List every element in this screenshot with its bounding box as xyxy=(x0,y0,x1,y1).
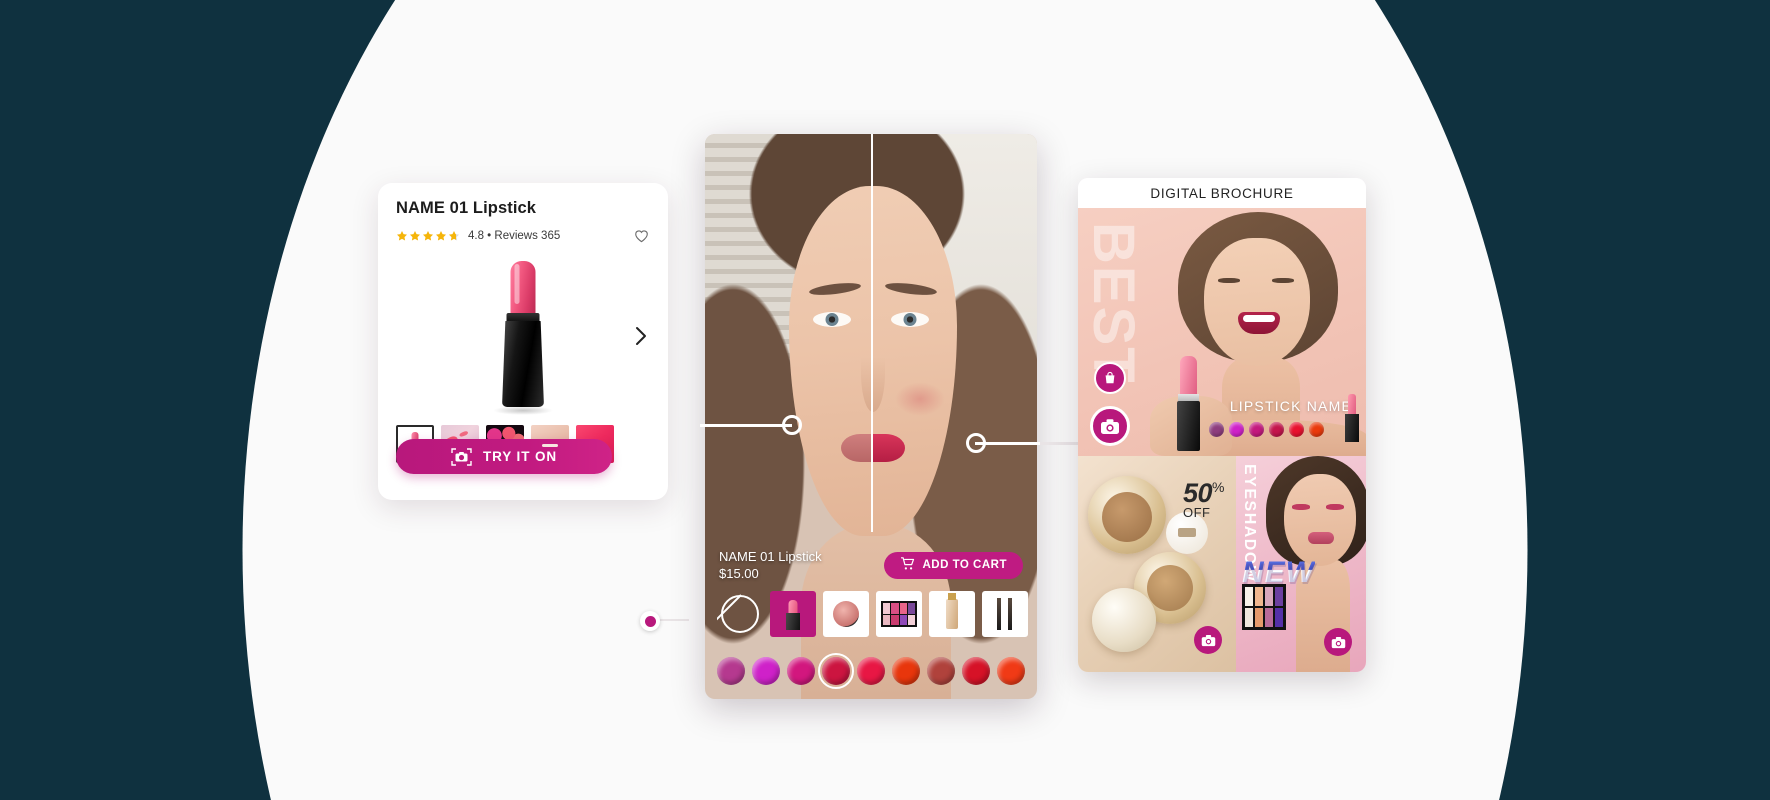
shade-swatch[interactable] xyxy=(787,657,815,685)
brochure-lipstick-name: LIPSTICK NAME xyxy=(1229,398,1352,414)
camera-icon[interactable] xyxy=(1324,628,1352,656)
brochure-shade-swatch[interactable] xyxy=(1269,422,1284,437)
brochure-promo-new[interactable]: EYESHADOW NEW xyxy=(1236,456,1366,672)
page-title: NAME 01 Lipstick xyxy=(396,199,537,217)
ar-product-info: NAME 01 Lipstick $15.00 ADD TO CART xyxy=(705,549,1037,581)
star-icon xyxy=(410,231,420,241)
shade-swatch[interactable] xyxy=(717,657,745,685)
lipstick-case xyxy=(502,321,544,407)
lipstick-bullet xyxy=(510,261,536,317)
try-it-on-button[interactable]: TRY IT ON xyxy=(396,439,612,474)
shade-swatch[interactable] xyxy=(927,657,955,685)
add-to-cart-label: ADD TO CART xyxy=(922,559,1007,571)
shopping-bag-icon[interactable] xyxy=(1094,362,1126,394)
eyeliner-pencil-icon xyxy=(995,598,1015,630)
shade-swatch[interactable] xyxy=(892,657,920,685)
heart-outline-icon[interactable] xyxy=(632,227,650,245)
category-none[interactable] xyxy=(717,591,763,637)
ar-product-price: $15.00 xyxy=(719,566,759,581)
connector-line-left xyxy=(700,424,792,427)
lipstick-illustration xyxy=(493,261,553,415)
lips-after xyxy=(873,434,905,462)
shade-swatch[interactable] xyxy=(752,657,780,685)
star-icon xyxy=(397,231,407,241)
shopping-cart-icon xyxy=(900,557,915,573)
model-eye xyxy=(891,312,929,327)
camera-icon[interactable] xyxy=(1194,626,1222,654)
model-nose xyxy=(861,334,885,412)
compact-powder xyxy=(1088,476,1166,554)
camera-icon xyxy=(451,447,472,466)
compact-case xyxy=(1092,588,1156,652)
rating-text: 4.8 • Reviews 365 xyxy=(468,230,561,242)
ar-product-text: NAME 01 Lipstick $15.00 xyxy=(719,549,822,581)
ar-product-name: NAME 01 Lipstick xyxy=(719,549,822,564)
eyeshadow-palette-icon xyxy=(1242,584,1286,630)
shade-swatch[interactable] xyxy=(857,657,885,685)
product-shadow xyxy=(493,406,553,415)
camera-icon[interactable] xyxy=(1090,406,1130,446)
category-foundation[interactable] xyxy=(929,591,975,637)
category-eyeshadow[interactable] xyxy=(876,591,922,637)
category-lipstick[interactable] xyxy=(770,591,816,637)
brochure-shade-swatch[interactable] xyxy=(1289,422,1304,437)
ar-phone-preview: NAME 01 Lipstick $15.00 ADD TO CART xyxy=(705,134,1037,699)
connector-line-card xyxy=(655,619,689,621)
best-label: BEST xyxy=(1081,222,1146,385)
brochure-shade-swatch[interactable] xyxy=(1249,422,1264,437)
shade-swatch[interactable] xyxy=(962,657,990,685)
brochure-mini-lipstick-icon xyxy=(1344,394,1360,444)
connector-dot-tryon xyxy=(640,611,660,631)
category-selector xyxy=(705,591,1037,637)
lips-before xyxy=(841,434,873,462)
shade-swatch[interactable] xyxy=(997,657,1025,685)
eyeshadow-palette-icon xyxy=(881,601,917,627)
brochure-header: DIGITAL BROCHURE xyxy=(1078,178,1366,208)
chevron-right-icon[interactable] xyxy=(630,325,652,347)
category-eyeliner[interactable] xyxy=(982,591,1028,637)
product-card: NAME 01 Lipstick 4.8 • Reviews 365 TRY I… xyxy=(378,183,668,500)
category-blush[interactable] xyxy=(823,591,869,637)
discount-block: 50% OFF xyxy=(1183,478,1224,520)
model-lips xyxy=(841,434,905,462)
connector-dot-left xyxy=(782,415,802,435)
star-icon xyxy=(423,231,433,241)
shade-swatch-selected[interactable] xyxy=(818,653,854,689)
brochure-shade-swatch[interactable] xyxy=(1229,422,1244,437)
connector-dot-right xyxy=(966,433,986,453)
brochure-promo-eyeshadow[interactable]: 50% OFF xyxy=(1078,456,1236,672)
connector-line-right-tail xyxy=(1040,442,1078,445)
before-after-split-line[interactable] xyxy=(871,134,873,532)
brochure-lipstick-prop xyxy=(1174,356,1204,452)
star-rating xyxy=(396,230,460,242)
product-hero-image xyxy=(396,251,650,421)
digital-brochure-card: DIGITAL BROCHURE BEST LIPSTICK NAME 50% … xyxy=(1078,178,1366,672)
foundation-bottle-icon xyxy=(946,593,958,629)
brochure-shade-swatch[interactable] xyxy=(1309,422,1324,437)
star-icon-partial xyxy=(449,231,459,241)
brochure-body: BEST LIPSTICK NAME 50% OFF EYESHADOW NEW xyxy=(1078,208,1366,672)
model-blush xyxy=(895,382,945,416)
no-makeup-icon xyxy=(721,595,759,633)
star-icon xyxy=(436,231,446,241)
brochure-shade-swatch[interactable] xyxy=(1209,422,1224,437)
model-eye xyxy=(813,312,851,327)
blush-compact-icon xyxy=(833,601,859,627)
add-to-cart-button[interactable]: ADD TO CART xyxy=(884,551,1023,579)
try-it-on-label: TRY IT ON xyxy=(482,449,558,464)
rating-row: 4.8 • Reviews 365 xyxy=(396,227,650,245)
shade-selector xyxy=(705,653,1037,689)
brochure-hero-section[interactable]: BEST LIPSTICK NAME xyxy=(1078,208,1366,456)
showcase-stage: NAME 01 Lipstick 4.8 • Reviews 365 TRY I… xyxy=(0,0,1770,800)
brochure-shade-swatches xyxy=(1209,422,1324,437)
